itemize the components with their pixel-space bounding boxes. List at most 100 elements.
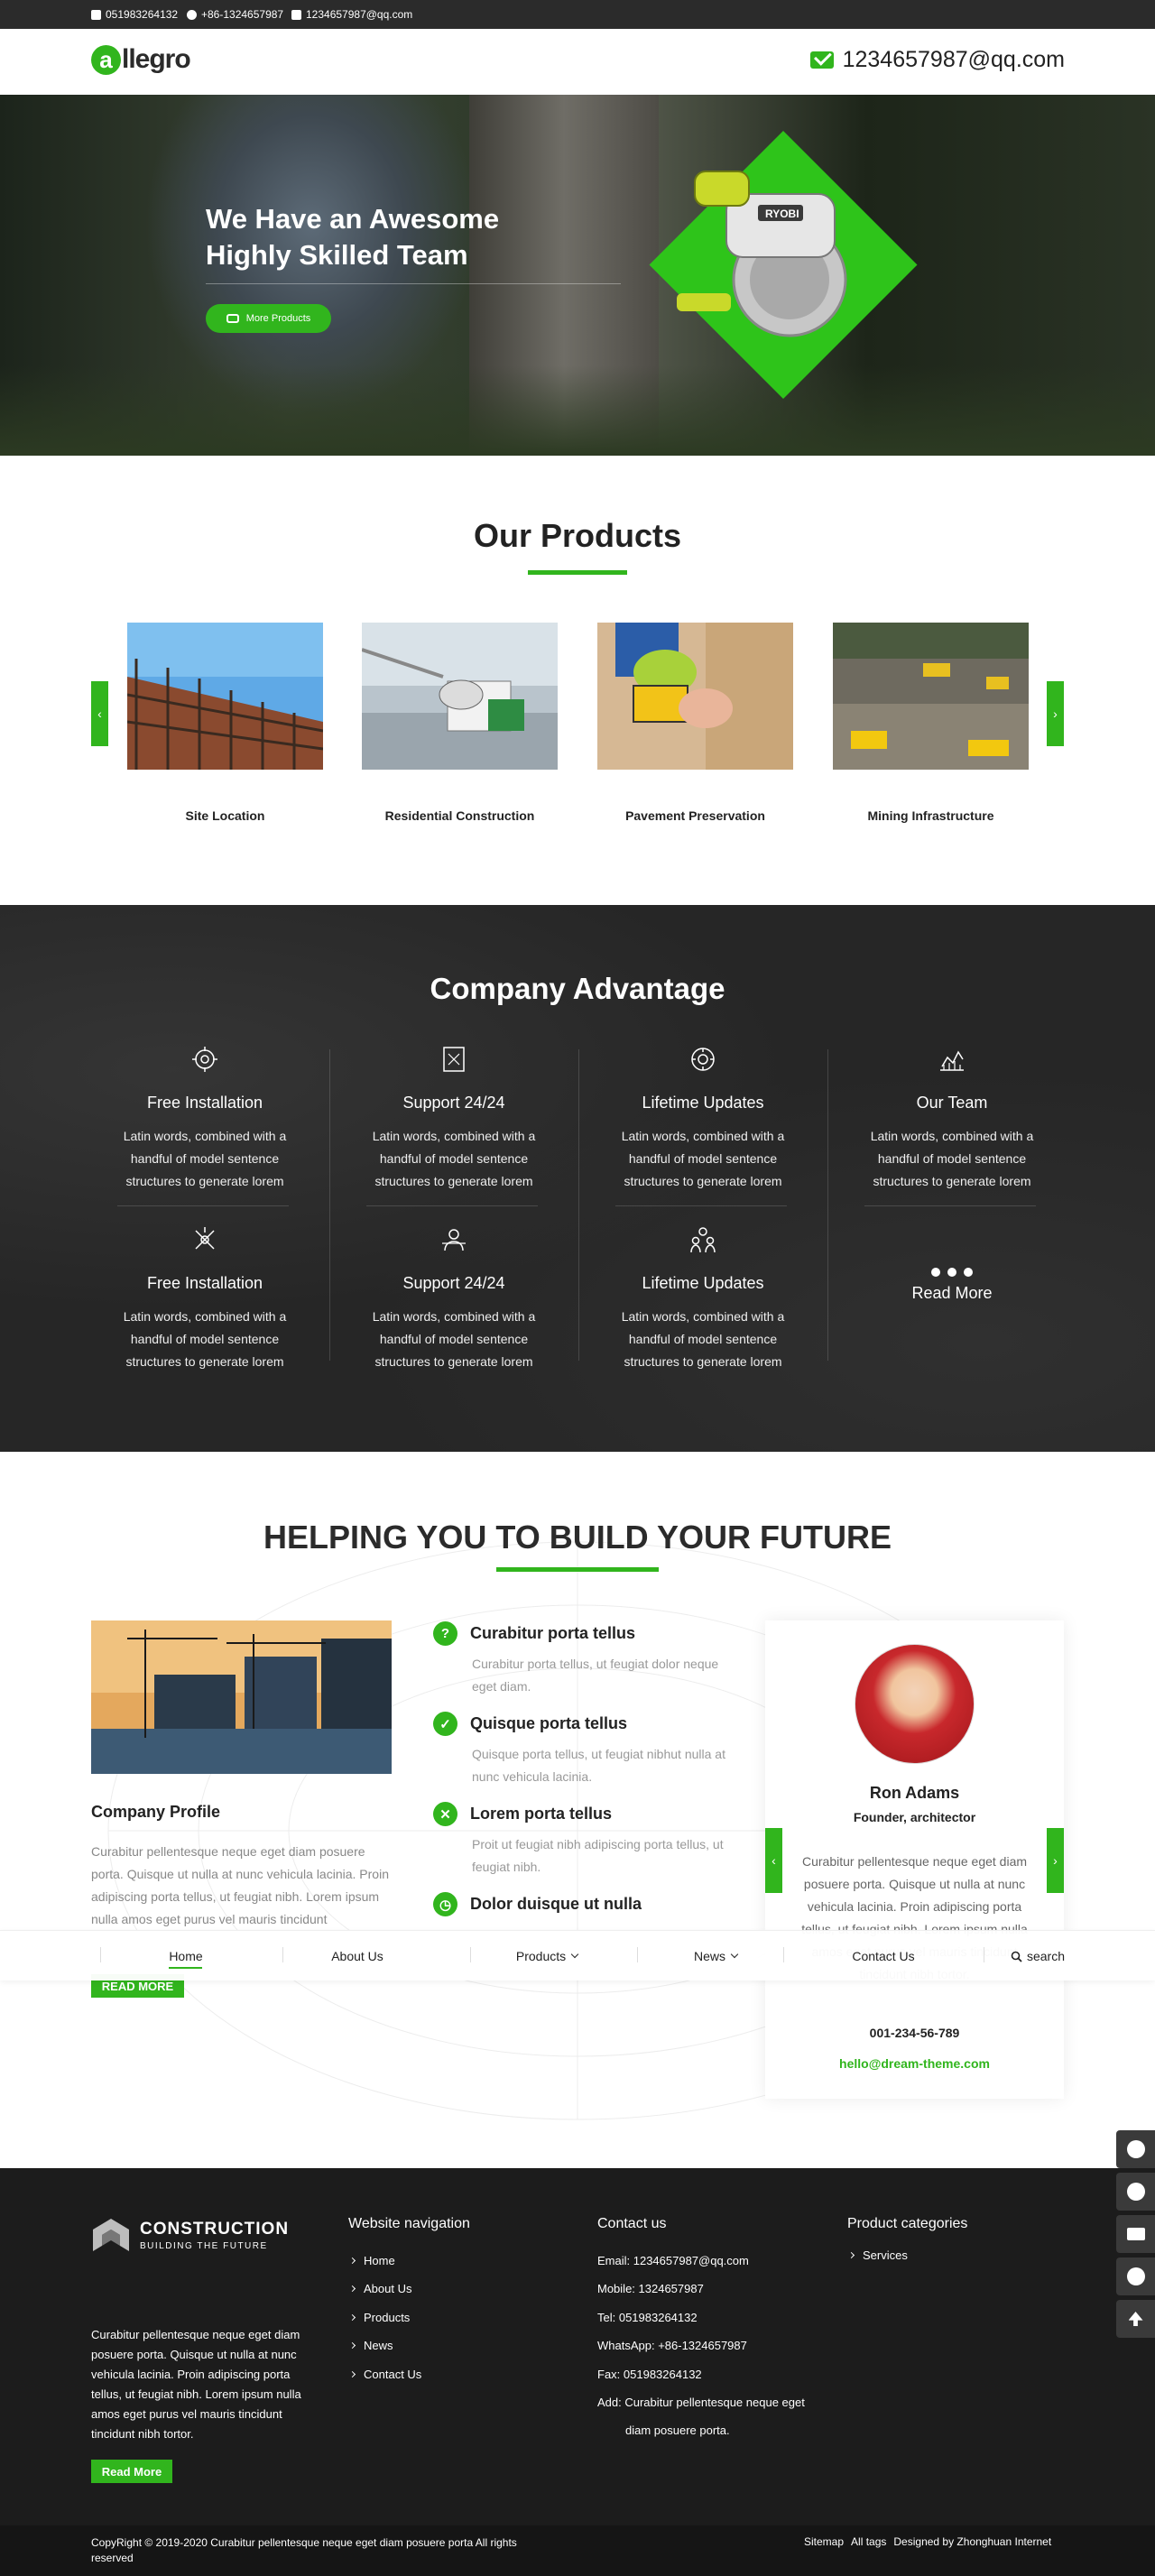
product-name: Site Location bbox=[185, 808, 265, 823]
feature-text: Curabitur porta tellus, ut feugiat dolor… bbox=[472, 1657, 719, 1694]
advantage-read-more[interactable]: Read More bbox=[827, 1268, 1076, 1303]
topbar-phone[interactable]: 051983264132 bbox=[91, 8, 178, 21]
divider bbox=[117, 1205, 289, 1206]
topbar-whatsapp-text: +86-1324657987 bbox=[201, 8, 284, 21]
advantage-item-title: Lifetime Updates bbox=[642, 1274, 764, 1292]
gear-icon bbox=[192, 1047, 217, 1072]
copyright-text: CopyRight © 2019-2020 Curabitur pellente… bbox=[91, 2535, 517, 2566]
footer-category-services[interactable]: Services bbox=[847, 2248, 908, 2262]
footer-link-products[interactable]: Products bbox=[348, 2311, 411, 2324]
back-to-top-button[interactable] bbox=[1116, 2300, 1155, 2338]
footer-logo[interactable]: CONSTRUCTION BUILDING THE FUTURE bbox=[91, 2215, 289, 2255]
products-next-button[interactable]: › bbox=[1047, 681, 1064, 746]
advantage-item[interactable]: Free Installation Latin words, combined … bbox=[80, 1045, 329, 1193]
product-image-residential bbox=[361, 623, 558, 770]
product-card[interactable]: Site Location bbox=[126, 623, 324, 823]
copyright-line1: CopyRight © 2019-2020 Curabitur pellente… bbox=[91, 2536, 517, 2549]
products-prev-button[interactable]: ‹ bbox=[91, 681, 108, 746]
envelope-icon bbox=[809, 51, 834, 69]
advantage-item-title: Our Team bbox=[916, 1094, 988, 1112]
mail-icon bbox=[291, 9, 301, 20]
chevron-right-icon bbox=[348, 2257, 356, 2265]
advantage-item[interactable]: Lifetime Updates Latin words, combined w… bbox=[578, 1225, 827, 1373]
topbar-phone-text: 051983264132 bbox=[106, 8, 179, 21]
team-card: Ron Adams Founder, architector Curabitur… bbox=[765, 1620, 1064, 2099]
nav-contact-label: Contact Us bbox=[852, 1949, 915, 1963]
phone-icon bbox=[91, 9, 101, 20]
email-button[interactable] bbox=[1116, 2215, 1155, 2253]
team-member-phone[interactable]: 001-234-56-789 bbox=[765, 2026, 1064, 2040]
footer-contact-address: Add: Curabitur pellentesque neque eget bbox=[597, 2396, 805, 2409]
footer-logo-title: CONSTRUCTION bbox=[140, 2219, 290, 2239]
feature-item: ✕ Lorem porta tellus Proit ut feugiat nib… bbox=[433, 1802, 740, 1879]
chevron-right-icon bbox=[348, 2285, 356, 2293]
site-logo[interactable]: a llegro bbox=[91, 44, 191, 75]
nav-news-label: News bbox=[693, 1949, 725, 1963]
nav-separator bbox=[783, 1947, 784, 1962]
footer-contact-mobile: Mobile: 1324657987 bbox=[597, 2282, 704, 2295]
nav-home-label: Home bbox=[169, 1949, 203, 1963]
main-navigation: Home About Us Products News Contact Us s… bbox=[0, 1930, 1155, 1980]
product-card[interactable]: Pavement Preservation bbox=[597, 623, 793, 823]
advantage-item-desc: Latin words, combined with a handful of … bbox=[372, 1309, 536, 1369]
copyright-links: Sitemap All tags Designed by Zhonghuan I… bbox=[804, 2535, 1051, 2548]
header-email[interactable]: 1234657987@qq.com bbox=[809, 47, 1065, 73]
advantage-read-more-label: Read More bbox=[911, 1284, 993, 1302]
footer-contact-title: Contact us bbox=[597, 2216, 667, 2231]
all-tags-link[interactable]: All tags bbox=[851, 2535, 886, 2548]
footer-link-about[interactable]: About Us bbox=[348, 2282, 411, 2295]
advantage-item[interactable]: Our Team Latin words, combined with a ha… bbox=[827, 1045, 1076, 1193]
chevron-left-icon: ‹ bbox=[97, 706, 102, 721]
advantage-item[interactable]: Lifetime Updates Latin words, combined w… bbox=[578, 1045, 827, 1193]
designed-by-link[interactable]: Designed by Zhonghuan Internet bbox=[893, 2535, 1051, 2548]
footer-link-label: Products bbox=[364, 2311, 411, 2324]
product-card[interactable]: Mining Infrastructure bbox=[833, 623, 1029, 823]
contact-button[interactable] bbox=[1116, 2257, 1155, 2295]
footer-contact-tel: Tel: 051983264132 bbox=[597, 2311, 698, 2324]
feature-item: ✓ Quisque porta tellus Quisque porta tell… bbox=[433, 1712, 740, 1788]
team-next-button[interactable]: › bbox=[1047, 1828, 1064, 1893]
team-prev-button[interactable]: ‹ bbox=[765, 1828, 782, 1893]
advantage-item[interactable]: Free Installation Latin words, combined … bbox=[80, 1225, 329, 1373]
product-name: Mining Infrastructure bbox=[867, 808, 994, 823]
company-profile-title: Company Profile bbox=[91, 1803, 221, 1821]
nav-search[interactable]: search bbox=[911, 1931, 1155, 1981]
more-products-label: More Products bbox=[245, 313, 311, 324]
advantage-item-desc: Latin words, combined with a handful of … bbox=[621, 1129, 785, 1188]
footer-link-contact[interactable]: Contact Us bbox=[348, 2368, 421, 2381]
chevron-right-icon bbox=[348, 2341, 356, 2350]
chevron-right-icon bbox=[348, 2370, 356, 2378]
chevron-down-icon bbox=[570, 1950, 579, 1959]
close-icon: ✕ bbox=[433, 1802, 457, 1826]
footer-link-news[interactable]: News bbox=[348, 2339, 393, 2352]
hero-divider bbox=[206, 283, 621, 284]
advantage-item-desc: Latin words, combined with a handful of … bbox=[621, 1309, 785, 1369]
more-products-button[interactable]: More Products bbox=[206, 304, 331, 333]
footer-contact-fax: Fax: 051983264132 bbox=[597, 2368, 702, 2381]
company-profile-text: Curabitur pellentesque neque eget diam p… bbox=[91, 1844, 389, 1926]
skype-button[interactable] bbox=[1116, 2130, 1155, 2168]
topbar-email[interactable]: 1234657987@qq.com bbox=[291, 8, 412, 21]
footer-link-label: News bbox=[364, 2339, 393, 2352]
product-card[interactable]: Residential Construction bbox=[361, 623, 558, 823]
advantage-item-title: Free Installation bbox=[146, 1094, 263, 1112]
whatsapp-button[interactable] bbox=[1116, 2173, 1155, 2211]
chevron-right-icon: › bbox=[1053, 706, 1058, 721]
sitemap-link[interactable]: Sitemap bbox=[804, 2535, 844, 2548]
advantage-item[interactable]: Support 24/24 Latin words, combined with… bbox=[329, 1045, 578, 1193]
footer-contact-email[interactable]: Email: 1234657987@qq.com bbox=[597, 2254, 749, 2267]
mail-icon bbox=[1126, 2228, 1145, 2240]
topbar-whatsapp[interactable]: +86-1324657987 bbox=[187, 8, 283, 21]
feature-item: ◷ Dolor duisque ut nulla bbox=[433, 1892, 740, 1916]
footer-nav-title: Website navigation bbox=[348, 2216, 470, 2231]
user-icon bbox=[1126, 2267, 1145, 2285]
nav-about-label: About Us bbox=[331, 1949, 383, 1963]
construction-site-photo bbox=[91, 1620, 392, 1774]
team-member-email[interactable]: hello@dream-theme.com bbox=[765, 2056, 1064, 2071]
footer-read-more-button[interactable]: Read More bbox=[91, 2460, 172, 2483]
advantage-item[interactable]: Support 24/24 Latin words, combined with… bbox=[329, 1225, 578, 1373]
team-icon bbox=[442, 1229, 466, 1251]
feature-title: Lorem porta tellus bbox=[470, 1805, 613, 1823]
footer-link-home[interactable]: Home bbox=[348, 2254, 395, 2267]
feature-title: Dolor duisque ut nulla bbox=[470, 1895, 642, 1913]
